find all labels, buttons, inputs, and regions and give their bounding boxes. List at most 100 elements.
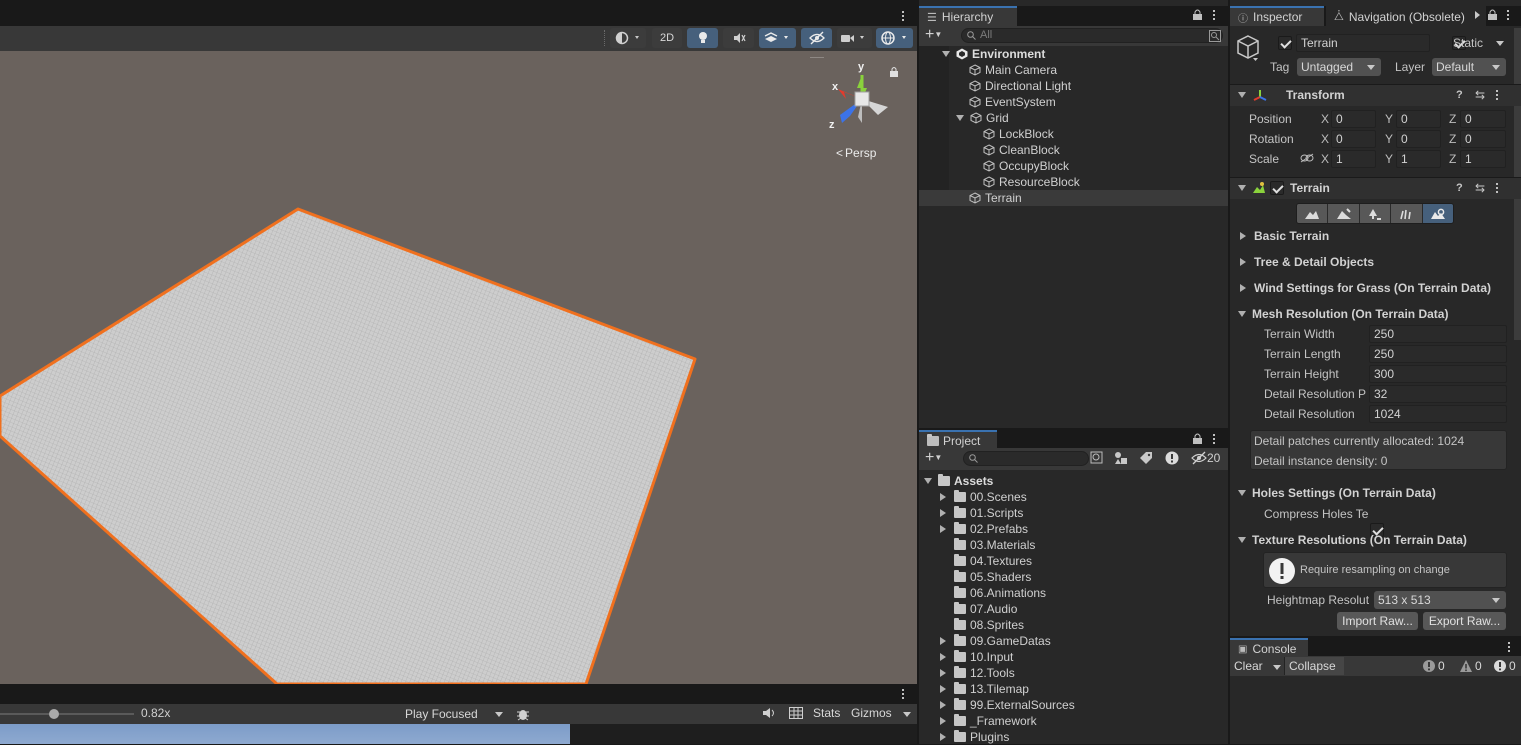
project-folder-item[interactable]: 03.Materials bbox=[938, 537, 1035, 553]
project-folder-item[interactable]: 01.Scripts bbox=[938, 505, 1023, 521]
texture-resolutions-foldout[interactable]: Texture Resolutions (On Terrain Data) bbox=[1238, 533, 1467, 547]
hierarchy-item[interactable]: Directional Light bbox=[919, 78, 1228, 94]
terrain-enabled-checkbox[interactable] bbox=[1270, 181, 1284, 195]
lighting-toggle-button[interactable] bbox=[687, 28, 718, 48]
project-folder-item[interactable]: Plugins bbox=[938, 729, 1009, 745]
audio-toggle-button[interactable] bbox=[723, 28, 754, 48]
transform-x-input[interactable]: 1 bbox=[1331, 150, 1376, 168]
hierarchy-item[interactable]: Grid bbox=[919, 110, 1228, 126]
transform-z-input[interactable]: 0 bbox=[1460, 130, 1506, 148]
wind-settings-foldout[interactable]: Wind Settings for Grass (On Terrain Data… bbox=[1238, 281, 1491, 295]
folder-expand-arrow-icon[interactable] bbox=[940, 653, 946, 661]
texture-resolutions-arrow-icon[interactable] bbox=[1238, 537, 1246, 543]
hierarchy-item[interactable]: LockBlock bbox=[919, 126, 1228, 142]
mesh-resolution-arrow-icon[interactable] bbox=[1238, 311, 1246, 317]
gizmos-dropdown[interactable] bbox=[876, 28, 913, 48]
warning-filter-toggle[interactable]: 0 bbox=[1459, 659, 1482, 673]
heightmap-resolution-dropdown[interactable]: 513 x 513 bbox=[1374, 591, 1506, 609]
mesh-setting-input[interactable]: 300 bbox=[1369, 365, 1507, 383]
hierarchy-lock-icon[interactable] bbox=[1193, 9, 1202, 20]
mesh-setting-input[interactable]: 32 bbox=[1369, 385, 1507, 403]
terrain-presets-icon[interactable]: ⇆ bbox=[1475, 181, 1485, 195]
folder-expand-arrow-icon[interactable] bbox=[940, 493, 946, 501]
hierarchy-item[interactable]: CleanBlock bbox=[919, 142, 1228, 158]
tab-console[interactable]: ▣ Console bbox=[1230, 638, 1308, 658]
hierarchy-search-input[interactable]: All bbox=[961, 28, 1223, 43]
project-folder-item[interactable]: 00.Scenes bbox=[938, 489, 1027, 505]
hierarchy-item[interactable]: EventSystem bbox=[919, 94, 1228, 110]
stats-button[interactable]: Stats bbox=[813, 706, 840, 720]
projection-toggle[interactable]: < Persp bbox=[836, 146, 876, 160]
console-menu-icon[interactable] bbox=[1508, 640, 1512, 654]
debug-bug-icon[interactable] bbox=[514, 705, 534, 723]
scene-menu-icon[interactable] bbox=[902, 9, 906, 23]
more-tabs-arrow-icon[interactable] bbox=[1475, 11, 1480, 19]
transform-help-icon[interactable]: ? bbox=[1456, 89, 1463, 101]
holes-settings-foldout[interactable]: Holes Settings (On Terrain Data) bbox=[1238, 486, 1436, 500]
transform-presets-icon[interactable]: ⇆ bbox=[1475, 88, 1485, 102]
holes-settings-arrow-icon[interactable] bbox=[1238, 490, 1246, 496]
project-folder-item[interactable]: 06.Animations bbox=[938, 585, 1046, 601]
folder-expand-arrow-icon[interactable] bbox=[940, 669, 946, 677]
paint-terrain-icon[interactable] bbox=[1328, 204, 1360, 223]
paint-trees-icon[interactable] bbox=[1359, 204, 1392, 223]
tab-navigation[interactable]: ⧊ Navigation (Obsolete) bbox=[1326, 6, 1486, 26]
terrain-fold-arrow-icon[interactable] bbox=[1238, 185, 1246, 191]
log-filter-toggle[interactable]: 0 bbox=[1422, 659, 1445, 673]
project-menu-icon[interactable] bbox=[1213, 432, 1217, 446]
frame-debugger-icon[interactable] bbox=[789, 707, 803, 719]
transform-x-input[interactable]: 0 bbox=[1331, 130, 1376, 148]
project-folder-item[interactable]: 02.Prefabs bbox=[938, 521, 1028, 537]
error-filter-toggle[interactable]: 0 bbox=[1493, 659, 1516, 673]
wind-settings-arrow-icon[interactable] bbox=[1240, 284, 1246, 292]
layer-dropdown[interactable]: Default bbox=[1432, 58, 1506, 76]
hierarchy-item[interactable]: Main Camera bbox=[919, 62, 1228, 78]
hierarchy-item[interactable]: OccupyBlock bbox=[919, 158, 1228, 174]
folder-expand-arrow-icon[interactable] bbox=[940, 637, 946, 645]
project-folder-item[interactable]: 07.Audio bbox=[938, 601, 1017, 617]
export-raw-button[interactable]: Export Raw... bbox=[1423, 612, 1506, 630]
project-folder-item[interactable]: 05.Shaders bbox=[938, 569, 1031, 585]
folder-expand-arrow-icon[interactable] bbox=[940, 733, 946, 741]
project-folder-item[interactable]: 12.Tools bbox=[938, 665, 1015, 681]
folder-expand-arrow-icon[interactable] bbox=[940, 685, 946, 693]
hierarchy-menu-icon[interactable] bbox=[1213, 8, 1217, 22]
scale-link-icon[interactable] bbox=[1300, 153, 1314, 163]
gizmo-lock-icon[interactable] bbox=[890, 67, 898, 77]
project-folder-item[interactable]: 09.GameDatas bbox=[938, 633, 1051, 649]
mesh-setting-input[interactable]: 250 bbox=[1369, 345, 1507, 363]
folder-expand-arrow-icon[interactable] bbox=[940, 525, 946, 533]
hierarchy-expand-arrow-icon[interactable] bbox=[956, 115, 964, 121]
paint-details-icon[interactable] bbox=[1391, 204, 1423, 223]
transform-y-input[interactable]: 1 bbox=[1396, 150, 1441, 168]
project-folder-item[interactable]: 99.ExternalSources bbox=[938, 697, 1075, 713]
toggle-2d-button[interactable]: 2D bbox=[652, 28, 682, 48]
log-issues-icon[interactable] bbox=[1165, 451, 1179, 465]
tab-inspector[interactable]: ⓘ Inspector bbox=[1230, 6, 1324, 26]
inspector-menu-icon[interactable] bbox=[1507, 8, 1511, 22]
search-scene-icon[interactable] bbox=[1209, 30, 1221, 42]
filter-by-type-icon[interactable] bbox=[1114, 451, 1128, 465]
hierarchy-expand-arrow-icon[interactable] bbox=[942, 51, 950, 57]
transform-y-input[interactable]: 0 bbox=[1396, 110, 1441, 128]
tree-detail-foldout[interactable]: Tree & Detail Objects bbox=[1238, 255, 1374, 269]
hierarchy-item[interactable]: ResourceBlock bbox=[919, 174, 1228, 190]
terrain-help-icon[interactable]: ? bbox=[1456, 182, 1463, 194]
tree-detail-arrow-icon[interactable] bbox=[1240, 258, 1246, 266]
gameobject-active-checkbox[interactable] bbox=[1278, 36, 1292, 50]
import-raw-button[interactable]: Import Raw... bbox=[1337, 612, 1418, 630]
search-by-type-icon[interactable] bbox=[1090, 451, 1104, 465]
transform-x-input[interactable]: 0 bbox=[1331, 110, 1376, 128]
terrain-mesh[interactable] bbox=[0, 51, 917, 684]
folder-expand-arrow-icon[interactable] bbox=[940, 701, 946, 709]
mesh-setting-input[interactable]: 1024 bbox=[1369, 405, 1507, 423]
play-mode-dropdown[interactable]: Play Focused bbox=[402, 705, 509, 723]
basic-terrain-foldout[interactable]: Basic Terrain bbox=[1238, 229, 1329, 243]
transform-z-input[interactable]: 1 bbox=[1460, 150, 1506, 168]
hierarchy-add-button[interactable]: +▼ bbox=[925, 27, 942, 43]
hierarchy-item[interactable]: Environment bbox=[919, 46, 1228, 62]
gameobject-cube-icon[interactable] bbox=[1236, 34, 1260, 64]
scene-visibility-button[interactable] bbox=[801, 28, 832, 48]
project-search-input[interactable] bbox=[963, 451, 1089, 466]
transform-fold-arrow-icon[interactable] bbox=[1238, 92, 1246, 98]
